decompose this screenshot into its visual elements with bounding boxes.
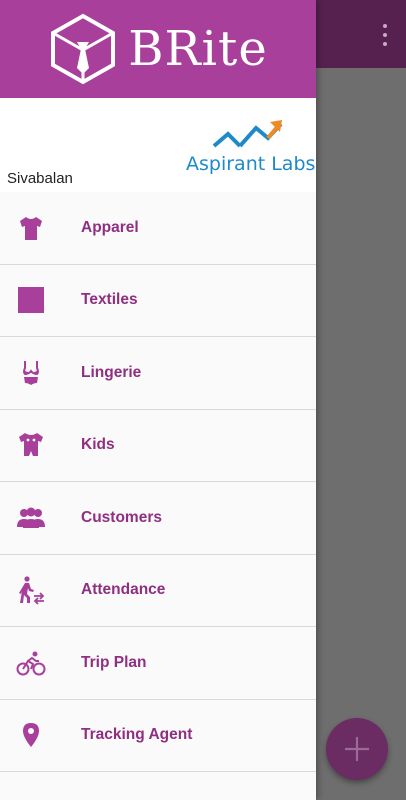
menu-item-attendance[interactable]: Attendance bbox=[0, 555, 316, 627]
add-fab-button[interactable] bbox=[326, 718, 388, 780]
menu-item-apparel[interactable]: Apparel bbox=[0, 192, 316, 265]
square-icon bbox=[15, 284, 47, 316]
drawer-profile: Aspirant Labs Sivabalan bbox=[0, 98, 316, 192]
menu-item-tracking-agent[interactable]: Tracking Agent bbox=[0, 700, 316, 772]
menu-item-textiles[interactable]: Textiles bbox=[0, 265, 316, 337]
tshirt-icon bbox=[15, 212, 47, 244]
menu-item-kids[interactable]: Kids bbox=[0, 410, 316, 482]
menu-item-label: Attendance bbox=[81, 581, 166, 599]
group-icon bbox=[15, 502, 47, 534]
brand-logo: BRite bbox=[48, 12, 267, 86]
drawer-header: BRite bbox=[0, 0, 316, 98]
drawer-menu: Apparel Textiles Lingerie Kids Customers… bbox=[0, 192, 316, 772]
partner-logo-text: Aspirant Labs bbox=[186, 153, 316, 175]
cube-tie-logo-icon bbox=[51, 13, 116, 85]
menu-item-label: Tracking Agent bbox=[81, 726, 193, 744]
location-pin-icon bbox=[15, 719, 47, 751]
menu-item-label: Trip Plan bbox=[81, 653, 147, 671]
menu-item-label: Lingerie bbox=[81, 363, 142, 381]
menu-item-label: Customers bbox=[81, 508, 162, 526]
menu-item-label: Textiles bbox=[81, 291, 138, 309]
menu-item-label: Kids bbox=[81, 436, 115, 454]
menu-item-label: Apparel bbox=[81, 218, 139, 236]
app-title: BRite bbox=[128, 21, 268, 77]
bike-icon bbox=[15, 647, 47, 679]
kids-icon bbox=[15, 429, 47, 461]
walking-icon bbox=[15, 574, 47, 606]
menu-item-trip-plan[interactable]: Trip Plan bbox=[0, 627, 316, 700]
more-vert-icon[interactable] bbox=[380, 24, 390, 46]
plus-icon bbox=[345, 737, 369, 761]
menu-item-customers[interactable]: Customers bbox=[0, 482, 316, 555]
user-name: Sivabalan bbox=[7, 170, 73, 187]
navigation-drawer: BRite Aspirant Labs Sivabalan Apparel Te… bbox=[0, 0, 316, 800]
lingerie-icon bbox=[15, 357, 47, 389]
menu-item-lingerie[interactable]: Lingerie bbox=[0, 337, 316, 410]
